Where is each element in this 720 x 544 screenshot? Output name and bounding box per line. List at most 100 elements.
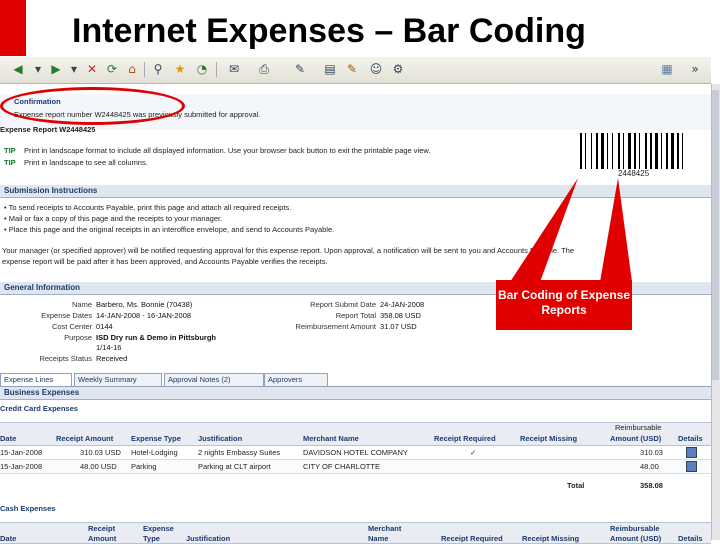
- edit-icon[interactable]: ✎: [292, 61, 308, 77]
- column-header[interactable]: Receipt Missing: [522, 534, 579, 543]
- submission-section-header: Submission Instructions: [0, 185, 711, 198]
- field-value: 1/14-16: [96, 343, 122, 352]
- highlight-oval: [0, 87, 185, 125]
- barcode-bar: [612, 133, 613, 169]
- details-icon[interactable]: [686, 447, 697, 458]
- dropdown-icon[interactable]: ▾: [66, 61, 82, 77]
- print-icon[interactable]: ⎙: [256, 61, 272, 77]
- tab-expense-lines[interactable]: Expense Lines: [0, 373, 72, 386]
- field-value: 24-JAN-2008: [380, 300, 425, 309]
- field-label: Name: [71, 300, 92, 309]
- barcode-bar: [645, 133, 647, 169]
- general-heading: General Information: [4, 283, 81, 292]
- tools-icon[interactable]: ⚙: [390, 61, 406, 77]
- stop-icon[interactable]: ✕: [84, 61, 100, 77]
- barcode-bar: [682, 133, 683, 169]
- column-header-top: Expense: [143, 524, 174, 533]
- forward-icon[interactable]: ▶: [48, 61, 64, 77]
- field-label: Receipts Status: [39, 354, 92, 363]
- submission-item: • Place this page and the original recei…: [4, 225, 335, 234]
- column-header[interactable]: Name: [368, 534, 388, 543]
- submission-note-line2: expense report will be paid after it has…: [2, 257, 328, 266]
- tip1-text: Print in landscape format to include all…: [24, 146, 431, 155]
- barcode-bar: [591, 133, 592, 169]
- column-header[interactable]: Amount: [88, 534, 116, 543]
- field-value: ISD Dry run & Demo in Pittsburgh: [96, 333, 217, 342]
- submission-heading: Submission Instructions: [4, 186, 98, 195]
- tip2-label: TIP: [4, 158, 16, 167]
- table-cell: CITY OF CHARLOTTE: [303, 462, 380, 471]
- barcode-bar: [607, 133, 608, 169]
- business-section-header: Business Expenses: [0, 387, 711, 400]
- column-header[interactable]: Justification: [186, 534, 230, 543]
- home-icon[interactable]: ⌂: [124, 61, 140, 77]
- browser-throbber: ▦ »: [655, 57, 711, 83]
- column-header-top: Merchant: [368, 524, 402, 533]
- submission-item: • Mail or fax a copy of this page and th…: [4, 214, 223, 223]
- barcode-bar: [623, 133, 624, 169]
- barcode-bar: [677, 133, 679, 169]
- field-value: 358.08 USD: [380, 311, 421, 320]
- table-cell: 310.03 USD: [80, 448, 121, 457]
- history-icon[interactable]: ◔: [194, 61, 210, 77]
- field-label: Report Submit Date: [310, 300, 376, 309]
- barcode-number: 2448425: [618, 169, 650, 178]
- total-value: 358.08: [640, 481, 663, 490]
- column-header-top: Receipt: [88, 524, 116, 533]
- messenger-icon[interactable]: ✎: [344, 61, 360, 77]
- column-header[interactable]: Receipt Required: [441, 534, 503, 543]
- column-header[interactable]: Amount (USD): [610, 434, 661, 443]
- field-value: Barbero, Ms. Bonnie (70438): [96, 300, 193, 309]
- column-header[interactable]: Merchant Name: [303, 434, 359, 443]
- column-header[interactable]: Receipt Amount: [56, 434, 113, 443]
- column-header[interactable]: Details: [678, 434, 703, 443]
- barcode-bar: [580, 133, 582, 169]
- table-cell: Parking: [131, 462, 157, 471]
- tab-approvers[interactable]: Approvers: [264, 373, 328, 386]
- tab-approval-notes[interactable]: Approval Notes (2): [164, 373, 264, 386]
- field-label: Purpose: [64, 333, 92, 342]
- table-cell: 310.03: [640, 448, 663, 457]
- messenger-icon-2[interactable]: ☺: [368, 61, 384, 77]
- search-icon[interactable]: ⚲: [150, 61, 166, 77]
- dropdown-icon[interactable]: ▾: [30, 61, 46, 77]
- mail-icon[interactable]: ✉: [226, 61, 242, 77]
- details-icon[interactable]: [686, 461, 697, 472]
- scrollbar-thumb[interactable]: [712, 90, 719, 380]
- refresh-icon[interactable]: ⟳: [104, 61, 120, 77]
- tip2-text: Print in landscape to see all columns.: [24, 158, 148, 167]
- column-header-top: Reimbursable: [610, 524, 660, 533]
- column-header[interactable]: Details: [678, 534, 703, 543]
- field-value: 0144: [96, 322, 113, 331]
- total-label: Total: [567, 481, 585, 490]
- barcode-bar: [585, 133, 586, 169]
- discuss-icon[interactable]: ▤: [322, 61, 338, 77]
- barcode-bar: [650, 133, 652, 169]
- column-header[interactable]: Expense Type: [131, 434, 181, 443]
- barcode-bar: [671, 133, 674, 169]
- tab-bar: Expense Lines Weekly Summary Approval No…: [0, 373, 711, 387]
- favorites-icon[interactable]: ★: [172, 61, 188, 77]
- column-header[interactable]: Justification: [198, 434, 242, 443]
- column-header[interactable]: Date: [0, 434, 16, 443]
- credit-card-heading: Credit Card Expenses: [0, 404, 78, 413]
- windows-logo-icon: ▦: [661, 62, 673, 76]
- field-value: Received: [96, 354, 128, 363]
- column-header[interactable]: Receipt Required: [434, 434, 496, 443]
- column-header[interactable]: Receipt Missing: [520, 434, 577, 443]
- field-label: Cost Center: [51, 322, 92, 331]
- table-cell: 2 nights Embassy Suites: [198, 448, 281, 457]
- barcode-bar: [618, 133, 620, 169]
- tab-weekly-summary[interactable]: Weekly Summary: [74, 373, 162, 386]
- table-cell: 48.00 USD: [80, 462, 117, 471]
- submission-note-line1: Your manager (or specified approver) wil…: [2, 246, 575, 255]
- back-icon[interactable]: ◀: [10, 61, 26, 77]
- links-icon[interactable]: »: [687, 61, 703, 77]
- column-header[interactable]: Amount (USD): [610, 534, 661, 543]
- column-header[interactable]: Date: [0, 534, 16, 543]
- barcode-bar: [661, 133, 662, 169]
- receipt-required-check: ✓: [470, 448, 477, 457]
- browser-toolbar: ◀ ▾ ▶ ▾ ✕ ⟳ ⌂ ⚲ ★ ◔ ✉ ⎙ ✎ ▤ ✎ ☺ ⚙ ▦ »: [0, 57, 711, 84]
- column-header[interactable]: Type: [143, 534, 160, 543]
- barcode-bar: [655, 133, 658, 169]
